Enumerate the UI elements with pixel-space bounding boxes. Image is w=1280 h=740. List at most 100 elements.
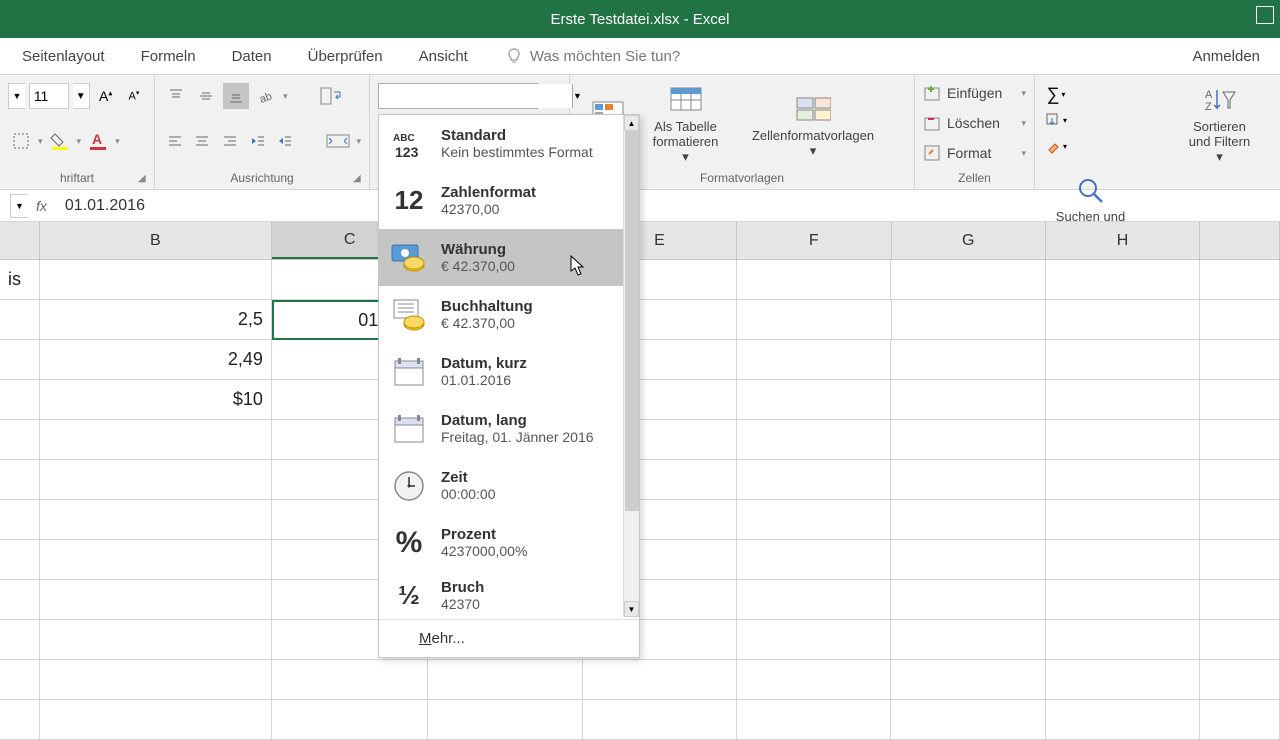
cell[interactable]: [737, 540, 891, 580]
cell[interactable]: [1200, 620, 1280, 660]
cell[interactable]: [272, 700, 428, 740]
sign-in-link[interactable]: Anmelden: [1192, 48, 1260, 65]
col-header-h[interactable]: H: [1046, 222, 1200, 259]
cell[interactable]: [40, 500, 272, 540]
format-button[interactable]: Format: [947, 145, 991, 161]
cell-b2[interactable]: 2,5: [40, 300, 272, 340]
cell[interactable]: [737, 380, 891, 420]
merge-center-button[interactable]: [323, 128, 352, 154]
cell[interactable]: [1046, 380, 1200, 420]
insert-button[interactable]: Einfügen: [947, 85, 1002, 101]
number-format-combo[interactable]: ▼: [378, 83, 538, 109]
cell[interactable]: [891, 580, 1045, 620]
cell[interactable]: [737, 660, 891, 700]
cell[interactable]: [737, 620, 891, 660]
align-top-button[interactable]: [163, 83, 189, 109]
cell[interactable]: [891, 660, 1045, 700]
number-format-input[interactable]: [379, 84, 572, 108]
cell[interactable]: [891, 620, 1045, 660]
cell[interactable]: [737, 300, 891, 340]
format-option-long-date[interactable]: Datum, langFreitag, 01. Jänner 2016: [379, 400, 623, 457]
cell[interactable]: [1200, 340, 1280, 380]
clear-button[interactable]: ▾: [1043, 133, 1069, 159]
scroll-up-button[interactable]: ▲: [624, 115, 639, 131]
cell[interactable]: [737, 460, 891, 500]
cell[interactable]: [1046, 700, 1200, 740]
tell-me-search[interactable]: Was möchten Sie tun?: [506, 48, 680, 65]
increase-font-button[interactable]: A▴: [94, 83, 118, 109]
cell[interactable]: [891, 700, 1045, 740]
tab-review[interactable]: Überprüfen: [290, 38, 401, 74]
align-right-button[interactable]: [218, 128, 242, 154]
col-header-g[interactable]: G: [892, 222, 1046, 259]
format-option-fraction[interactable]: ½ Bruch42370: [379, 571, 623, 619]
fill-color-button[interactable]: [47, 128, 73, 154]
cell[interactable]: [583, 660, 737, 700]
tab-view[interactable]: Ansicht: [401, 38, 486, 74]
cell-b4[interactable]: $10: [40, 380, 272, 420]
font-size-input[interactable]: [29, 83, 69, 109]
align-bottom-button[interactable]: [223, 83, 249, 109]
name-box-arrow[interactable]: ▼: [10, 194, 28, 218]
cell[interactable]: [1046, 300, 1200, 340]
wrap-text-button[interactable]: [316, 83, 348, 109]
format-option-short-date[interactable]: Datum, kurz01.01.2016: [379, 343, 623, 400]
cell[interactable]: [40, 700, 272, 740]
align-center-button[interactable]: [191, 128, 215, 154]
fill-button[interactable]: ▾: [1043, 107, 1069, 133]
cell[interactable]: [1200, 300, 1280, 340]
cell[interactable]: [737, 260, 891, 300]
font-dropdown-arrow[interactable]: ▼: [8, 83, 25, 109]
decrease-font-button[interactable]: A▾: [122, 83, 146, 109]
cell[interactable]: [737, 420, 891, 460]
border-button[interactable]: [8, 128, 34, 154]
cell[interactable]: [1200, 500, 1280, 540]
cell[interactable]: [891, 500, 1045, 540]
cell[interactable]: [40, 540, 272, 580]
increase-indent-button[interactable]: [274, 128, 298, 154]
scroll-thumb[interactable]: [625, 131, 639, 511]
cell[interactable]: [40, 420, 272, 460]
cell[interactable]: [891, 420, 1045, 460]
format-option-currency[interactable]: Währung€ 42.370,00: [379, 229, 623, 286]
fx-label[interactable]: fx: [36, 198, 47, 214]
cell[interactable]: [1200, 420, 1280, 460]
cell-styles-button[interactable]: Zellenformatvorlagen ▾: [733, 79, 893, 169]
cell[interactable]: [0, 500, 40, 540]
scroll-down-button[interactable]: ▼: [624, 601, 639, 617]
col-header-b[interactable]: B: [40, 222, 272, 259]
cell[interactable]: [0, 700, 40, 740]
autosum-button[interactable]: ∑▾: [1043, 81, 1069, 107]
cell[interactable]: [1200, 380, 1280, 420]
cell[interactable]: [1200, 540, 1280, 580]
font-color-button[interactable]: A: [85, 128, 111, 154]
format-option-time[interactable]: Zeit00:00:00: [379, 457, 623, 514]
format-option-general[interactable]: ABC123 StandardKein bestimmtes Format: [379, 115, 623, 172]
cell[interactable]: [0, 660, 40, 700]
cell[interactable]: [1200, 460, 1280, 500]
cell[interactable]: [583, 700, 737, 740]
col-header-a-partial[interactable]: [0, 222, 40, 259]
cell[interactable]: [737, 340, 891, 380]
cell[interactable]: [0, 580, 40, 620]
cell[interactable]: [40, 580, 272, 620]
cell[interactable]: [40, 460, 272, 500]
tab-data[interactable]: Daten: [214, 38, 290, 74]
cell[interactable]: [40, 660, 272, 700]
cell[interactable]: [1046, 500, 1200, 540]
font-launcher-icon[interactable]: ◢: [138, 173, 150, 185]
formula-input[interactable]: 01.01.2016: [65, 197, 145, 215]
cell[interactable]: [0, 460, 40, 500]
cell[interactable]: [891, 340, 1045, 380]
cell[interactable]: [737, 500, 891, 540]
cell[interactable]: [1046, 660, 1200, 700]
cell[interactable]: [0, 420, 40, 460]
cell[interactable]: [428, 700, 582, 740]
cell[interactable]: [737, 700, 891, 740]
cell[interactable]: [1200, 660, 1280, 700]
cell[interactable]: [1046, 540, 1200, 580]
sort-filter-button[interactable]: AZ Sortieren und Filtern ▾: [1172, 79, 1267, 169]
cell[interactable]: [0, 380, 40, 420]
cell[interactable]: [737, 580, 891, 620]
dropdown-scrollbar[interactable]: ▲ ▼: [623, 115, 639, 617]
